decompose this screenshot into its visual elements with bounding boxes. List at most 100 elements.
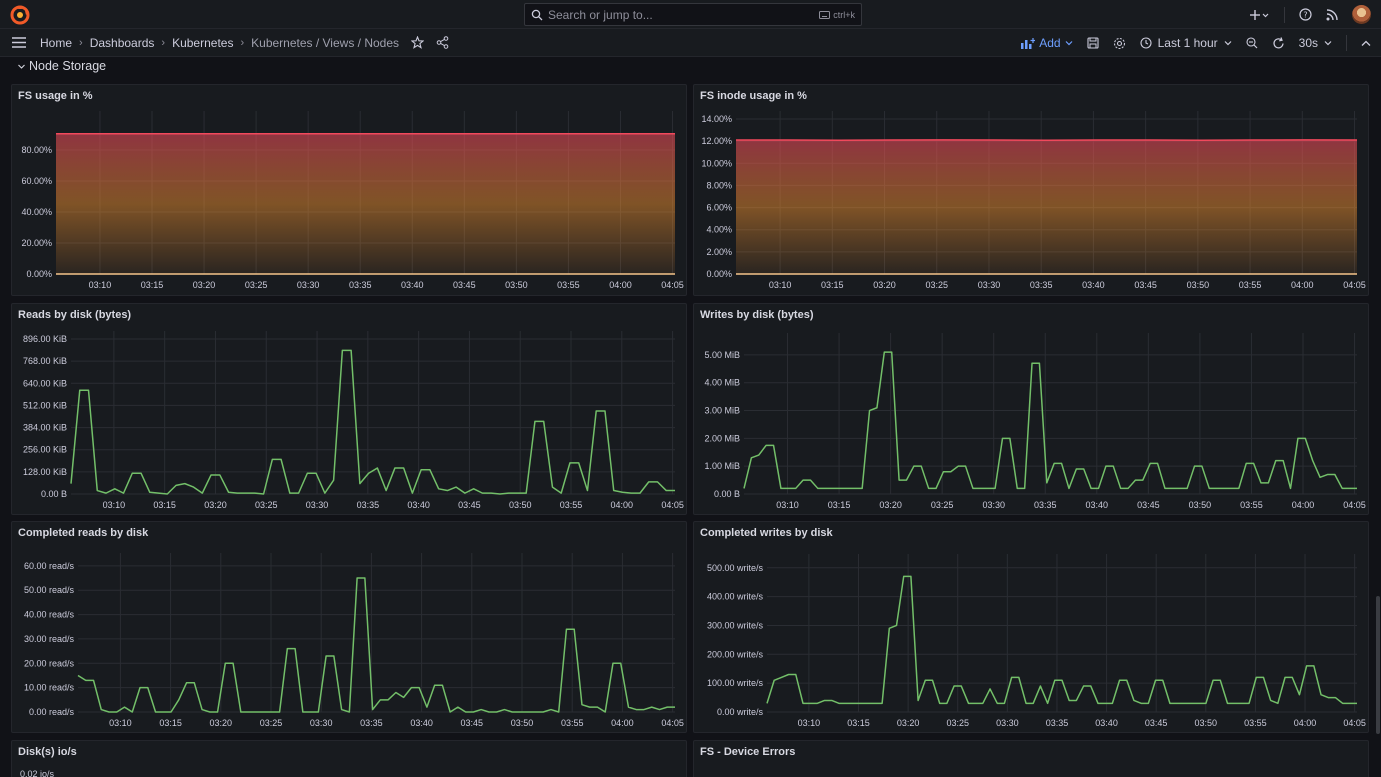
series-line bbox=[766, 575, 1357, 705]
row-header-node-storage[interactable]: Node Storage bbox=[18, 59, 106, 73]
star-icon[interactable] bbox=[411, 36, 425, 49]
toolbar-divider bbox=[1284, 6, 1285, 23]
y-tick-label: 512.00 KiB bbox=[23, 400, 67, 410]
x-tick-label: 03:25 bbox=[245, 280, 268, 290]
panel-fs-inode-usage[interactable]: FS inode usage in % 14.00% 12.00% 10.00% 8.… bbox=[693, 84, 1369, 296]
y-tick-label: 384.00 KiB bbox=[23, 423, 67, 433]
menu-icon[interactable] bbox=[12, 37, 26, 48]
time-range-picker[interactable]: Last 1 hour bbox=[1140, 36, 1232, 50]
svg-text:?: ? bbox=[1303, 11, 1307, 20]
y-tick-label: 640.00 KiB bbox=[23, 378, 67, 388]
dashboard-nav-bar: Home › Dashboards › Kubernetes › Kuberne… bbox=[0, 29, 1381, 57]
area-fill bbox=[56, 133, 675, 274]
x-tick-label: 03:55 bbox=[561, 718, 584, 728]
rss-icon bbox=[1326, 8, 1338, 20]
x-tick-label: 03:50 bbox=[1189, 500, 1212, 510]
x-tick-label: 03:20 bbox=[204, 500, 227, 510]
x-tick-label: 03:35 bbox=[360, 718, 383, 728]
x-tick-label: 03:45 bbox=[1134, 280, 1157, 290]
y-tick-label: 0.00 write/s bbox=[717, 707, 764, 717]
chevron-right-icon: › bbox=[240, 36, 245, 49]
share-icon[interactable] bbox=[436, 36, 449, 49]
news-button[interactable] bbox=[1326, 8, 1338, 21]
panel-fs-usage[interactable]: FS usage in % 80.00% 60.00% 40.00% 20.00% 0.… bbox=[11, 84, 687, 296]
chevron-down-icon bbox=[1324, 41, 1332, 46]
search-input[interactable]: Search or jump to... ctrl+k bbox=[524, 3, 862, 26]
x-tick-label: 03:50 bbox=[509, 500, 532, 510]
y-tick-label: 0.00% bbox=[706, 269, 732, 279]
x-tick-label: 03:55 bbox=[560, 500, 583, 510]
y-tick-label: 6.00% bbox=[706, 203, 732, 213]
add-panel-icon bbox=[1021, 37, 1036, 49]
chart-svg: 896.00 KiB 768.00 KiB 640.00 KiB 512.00 KiB… bbox=[23, 331, 684, 510]
x-tick-label: 03:40 bbox=[401, 280, 424, 290]
y-tick-label: 10.00% bbox=[701, 158, 732, 168]
y-tick-label: 14.00% bbox=[701, 114, 732, 124]
chevron-right-icon: › bbox=[79, 36, 83, 49]
y-tick-label: 1.00 MiB bbox=[704, 461, 740, 471]
x-tick-label: 04:00 bbox=[611, 718, 634, 728]
panel-disk-io[interactable]: Disk(s) io/s 0.02 io/s bbox=[11, 740, 687, 777]
y-tick-label: 4.00 MiB bbox=[704, 378, 740, 388]
y-tick-label: 10.00 read/s bbox=[24, 683, 75, 693]
x-tick-label: 03:15 bbox=[828, 500, 851, 510]
x-tick-label: 03:50 bbox=[1187, 280, 1210, 290]
x-tick-label: 03:10 bbox=[109, 718, 132, 728]
breadcrumb-kubernetes[interactable]: Kubernetes bbox=[172, 36, 233, 50]
x-tick-label: 03:35 bbox=[349, 280, 372, 290]
x-tick-label: 03:50 bbox=[511, 718, 534, 728]
y-tick-label: 5.00 MiB bbox=[704, 350, 740, 360]
zoom-out-icon[interactable] bbox=[1246, 37, 1258, 49]
breadcrumb-home[interactable]: Home bbox=[40, 36, 72, 50]
page-scrollbar[interactable] bbox=[1376, 596, 1380, 734]
y-tick-label: 2.00 MiB bbox=[704, 433, 740, 443]
grafana-logo-icon[interactable] bbox=[10, 5, 30, 25]
y-tick-label: 896.00 KiB bbox=[23, 334, 67, 344]
y-tick-label: 200.00 write/s bbox=[707, 649, 764, 659]
x-tick-label: 03:15 bbox=[159, 718, 182, 728]
x-tick-label: 03:35 bbox=[1030, 280, 1053, 290]
refresh-interval-picker[interactable]: 30s bbox=[1299, 36, 1332, 50]
panel-completed-writes[interactable]: Completed writes by disk 500.00 write/s 4… bbox=[693, 521, 1369, 733]
breadcrumb-dashboards[interactable]: Dashboards bbox=[90, 36, 155, 50]
x-tick-label: 04:05 bbox=[1343, 718, 1366, 728]
series-line bbox=[743, 351, 1357, 490]
panel-reads-by-disk[interactable]: Reads by disk (bytes) 896.00 KiB 768.00 K… bbox=[11, 303, 687, 515]
panel-fs-device-errors[interactable]: FS - Device Errors bbox=[693, 740, 1369, 777]
x-tick-label: 03:15 bbox=[847, 718, 870, 728]
panel-completed-reads[interactable]: Completed reads by disk 60.00 read/s 50.0… bbox=[11, 521, 687, 733]
save-icon[interactable] bbox=[1087, 37, 1099, 49]
x-tick-label: 03:40 bbox=[1082, 280, 1105, 290]
refresh-icon[interactable] bbox=[1272, 36, 1285, 50]
y-tick-label: 500.00 write/s bbox=[707, 563, 764, 573]
panel-writes-by-disk[interactable]: Writes by disk (bytes) 5.00 MiB 4.00 MiB 3… bbox=[693, 303, 1369, 515]
x-tick-label: 03:30 bbox=[978, 280, 1001, 290]
y-tick-label: 0.00 B bbox=[714, 489, 740, 499]
x-tick-label: 03:45 bbox=[458, 500, 481, 510]
top-bar: Search or jump to... ctrl+k ? bbox=[0, 0, 1381, 29]
chevron-right-icon: › bbox=[161, 36, 166, 49]
new-menu-button[interactable] bbox=[1250, 9, 1270, 21]
x-tick-label: 03:15 bbox=[153, 500, 176, 510]
search-placeholder: Search or jump to... bbox=[548, 7, 653, 22]
x-tick-label: 03:55 bbox=[1239, 280, 1262, 290]
help-button[interactable]: ? bbox=[1299, 8, 1312, 21]
x-tick-label: 04:05 bbox=[1343, 280, 1366, 290]
chart-svg: 500.00 write/s 400.00 write/s 300.00 write… bbox=[707, 554, 1366, 728]
settings-icon[interactable] bbox=[1113, 37, 1126, 50]
x-tick-label: 03:20 bbox=[897, 718, 920, 728]
x-tick-label: 03:55 bbox=[557, 280, 580, 290]
x-tick-label: 03:25 bbox=[260, 718, 283, 728]
chevron-down-icon bbox=[1065, 41, 1073, 46]
x-tick-label: 03:40 bbox=[1095, 718, 1118, 728]
toolbar-divider bbox=[1346, 35, 1347, 51]
x-tick-label: 03:25 bbox=[931, 500, 954, 510]
collapse-icon[interactable] bbox=[1361, 40, 1371, 47]
y-tick-label: 12.00% bbox=[701, 136, 732, 146]
add-button[interactable]: Add bbox=[1021, 36, 1073, 50]
x-tick-label: 04:00 bbox=[1291, 280, 1314, 290]
y-tick-label: 0.02 io/s bbox=[20, 769, 55, 777]
chevron-down-icon bbox=[18, 64, 25, 69]
y-tick-label: 400.00 write/s bbox=[707, 592, 764, 602]
avatar[interactable] bbox=[1352, 5, 1371, 24]
